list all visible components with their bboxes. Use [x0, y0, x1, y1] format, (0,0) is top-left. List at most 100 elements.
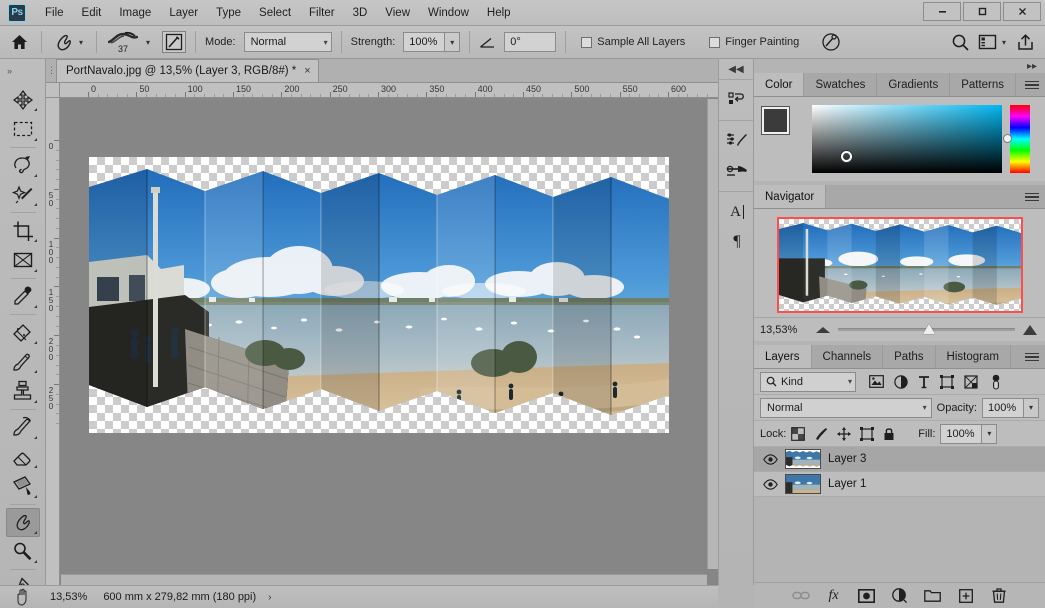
menu-item-select[interactable]: Select — [250, 4, 300, 22]
search-icon[interactable] — [951, 33, 970, 52]
paragraph-panel-icon[interactable]: ¶ — [719, 227, 755, 257]
layer-thumbnail[interactable] — [785, 449, 821, 469]
document-tab[interactable]: PortNavalo.jpg @ 13,5% (Layer 3, RGB/8#)… — [56, 59, 319, 82]
layer-thumbnail[interactable] — [785, 474, 821, 494]
filter-toggle-icon[interactable] — [989, 374, 1003, 390]
tab-layers[interactable]: Layers — [754, 345, 812, 368]
brush-preset-chevron-down-icon[interactable]: ▾ — [144, 38, 152, 47]
brush-preset-picker[interactable]: 37 — [106, 29, 140, 55]
mode-select[interactable]: Normal ▾ — [243, 32, 332, 52]
menu-item-view[interactable]: View — [376, 4, 419, 22]
lock-image-pixels-icon[interactable] — [814, 427, 828, 441]
tab-paths[interactable]: Paths — [883, 345, 936, 368]
canvas-viewport[interactable] — [61, 99, 718, 585]
brush-tool[interactable] — [6, 347, 40, 376]
lock-all-icon[interactable] — [883, 427, 895, 441]
canvas-vertical-scrollbar[interactable] — [707, 99, 718, 569]
vertical-ruler[interactable]: 050100150200250 — [46, 98, 60, 585]
share-icon[interactable] — [1016, 33, 1035, 52]
layer-name[interactable]: Layer 1 — [828, 478, 866, 490]
brush-settings-panel-icon[interactable] — [719, 126, 755, 156]
finger-painting-checkbox[interactable]: Finger Painting — [709, 36, 803, 48]
clone-stamp-tool[interactable] — [6, 377, 40, 406]
link-layers-icon[interactable] — [791, 587, 810, 605]
layer-kind-filter[interactable]: Kind ▾ — [760, 371, 856, 392]
folded-panorama-artwork[interactable] — [89, 157, 669, 433]
panel-menu-icon[interactable] — [1025, 350, 1039, 364]
color-spectrum-field[interactable] — [812, 105, 1002, 173]
brush-settings-panel-icon[interactable] — [162, 31, 187, 53]
close-icon[interactable]: × — [304, 65, 310, 77]
menu-item-3d[interactable]: 3D — [344, 4, 377, 22]
toolbar-collapse-handle[interactable]: » — [0, 63, 46, 79]
brush-presets-panel-icon[interactable] — [719, 156, 755, 186]
layer-row[interactable]: Layer 1 — [754, 472, 1045, 497]
status-expand-icon[interactable]: › — [256, 592, 271, 603]
current-tool-icon-group[interactable]: ▾ — [51, 31, 87, 53]
canvas-horizontal-scrollbar[interactable] — [61, 574, 707, 585]
layer-style-fx-icon[interactable]: fx — [825, 587, 843, 605]
zoom-level-input[interactable]: 13,53% — [46, 591, 97, 603]
layer-row[interactable]: Layer 3 — [754, 447, 1045, 472]
strength-chevron-down-icon[interactable]: ▾ — [445, 32, 461, 52]
smart-object-filter-icon[interactable] — [964, 374, 978, 389]
hue-slider[interactable] — [1003, 105, 1030, 173]
horizontal-ruler[interactable]: 0 50 100 150 200 250 300 350 400 450 500 550 600 — [60, 83, 718, 98]
panel-menu-icon[interactable] — [1025, 78, 1039, 92]
menu-item-window[interactable]: Window — [419, 4, 478, 22]
new-group-icon[interactable] — [924, 587, 942, 605]
color-picker-marker[interactable] — [841, 151, 852, 162]
menu-item-layer[interactable]: Layer — [160, 4, 207, 22]
tab-histogram[interactable]: Histogram — [935, 345, 1011, 368]
home-icon[interactable] — [6, 30, 32, 54]
small-mountain-icon[interactable] — [816, 326, 830, 333]
zoom-slider-handle[interactable] — [922, 324, 935, 334]
lasso-tool[interactable] — [6, 151, 40, 180]
chevron-down-icon[interactable]: ▾ — [848, 377, 852, 386]
navigator-thumbnail[interactable] — [776, 217, 1023, 313]
new-layer-icon[interactable] — [957, 587, 975, 605]
lock-position-icon[interactable] — [837, 426, 852, 441]
foreground-color-swatch[interactable] — [761, 106, 790, 135]
layer-visibility-icon[interactable] — [762, 478, 778, 490]
spot-healing-brush-tool[interactable] — [6, 318, 40, 347]
gradient-tool[interactable] — [6, 472, 40, 501]
tab-navigator[interactable]: Navigator — [754, 185, 827, 208]
strength-input[interactable]: 100% — [403, 32, 446, 52]
history-brush-tool[interactable] — [6, 413, 40, 442]
large-mountain-icon[interactable] — [1023, 324, 1037, 335]
history-panel-icon[interactable] — [719, 85, 755, 115]
angle-input[interactable]: 0° — [504, 32, 557, 52]
adjustment-layer-filter-icon[interactable] — [894, 374, 908, 389]
workspace-chevron-down-icon[interactable]: ▾ — [1000, 38, 1008, 47]
tab-channels[interactable]: Channels — [811, 345, 884, 368]
menu-item-edit[interactable]: Edit — [73, 4, 111, 22]
eyedropper-tool[interactable] — [6, 282, 40, 311]
workspace-icon[interactable] — [978, 34, 997, 50]
close-button[interactable] — [1003, 2, 1041, 21]
panel-menu-icon[interactable] — [1025, 190, 1039, 204]
add-layer-mask-icon[interactable] — [858, 587, 876, 605]
character-panel-icon[interactable]: A — [719, 197, 755, 227]
dock-collapse-icon[interactable]: ◀◀ — [719, 59, 753, 79]
type-layer-filter-icon[interactable] — [918, 375, 930, 389]
smudge-tool[interactable] — [5, 507, 40, 537]
pixel-layer-filter-icon[interactable] — [869, 375, 884, 388]
blend-mode-select[interactable]: Normal ▾ — [760, 397, 932, 418]
tab-gradients[interactable]: Gradients — [877, 73, 951, 96]
tab-color[interactable]: Color — [754, 73, 805, 96]
minimize-button[interactable] — [923, 2, 961, 21]
hue-slider-handle[interactable] — [1003, 133, 1012, 143]
zoom-slider-track[interactable] — [838, 324, 1015, 334]
lock-artboard-nesting-icon[interactable] — [860, 426, 875, 441]
tool-preset-chevron-down-icon[interactable]: ▾ — [77, 38, 85, 47]
menu-item-file[interactable]: File — [36, 4, 73, 22]
quick-selection-tool[interactable] — [6, 180, 40, 209]
layer-name[interactable]: Layer 3 — [828, 453, 866, 465]
move-tool[interactable] — [6, 85, 40, 114]
rectangular-marquee-tool[interactable] — [6, 115, 40, 144]
menu-item-type[interactable]: Type — [207, 4, 250, 22]
opacity-input[interactable]: 100% — [982, 397, 1024, 418]
menu-item-filter[interactable]: Filter — [300, 4, 344, 22]
navigator-zoom-input[interactable]: 13,53% — [754, 324, 816, 336]
